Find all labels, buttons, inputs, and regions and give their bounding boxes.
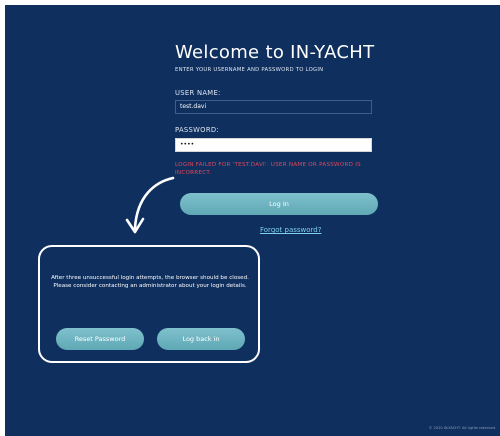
log-back-in-button[interactable]: Log back in: [157, 328, 245, 350]
login-button[interactable]: Log In: [180, 193, 378, 215]
footer-copyright: © 2020 IN-YACHT. All rights reserved.: [428, 426, 496, 430]
reset-password-button[interactable]: Reset Password: [56, 328, 144, 350]
lockout-notice-text: After three unsuccessful login attempts,…: [51, 275, 249, 289]
password-label: PASSWORD:: [175, 126, 219, 134]
forgot-password-link[interactable]: Forgot password?: [260, 226, 321, 234]
username-label: USER NAME:: [175, 89, 221, 97]
page-subtitle: ENTER YOUR USERNAME AND PASSWORD TO LOGI…: [175, 67, 324, 73]
lockout-notice-panel: After three unsuccessful login attempts,…: [38, 245, 260, 363]
username-input[interactable]: test.davi: [175, 100, 372, 114]
login-screen: Welcome to IN-YACHT ENTER YOUR USERNAME …: [5, 5, 500, 436]
arrow-annotation-icon: [125, 176, 175, 234]
login-error-message: LOGIN FAILED FOR 'TEST.DAVI'. USER NAME …: [175, 162, 361, 176]
page-title: Welcome to IN-YACHT: [175, 42, 375, 63]
password-input[interactable]: ••••: [175, 138, 372, 152]
